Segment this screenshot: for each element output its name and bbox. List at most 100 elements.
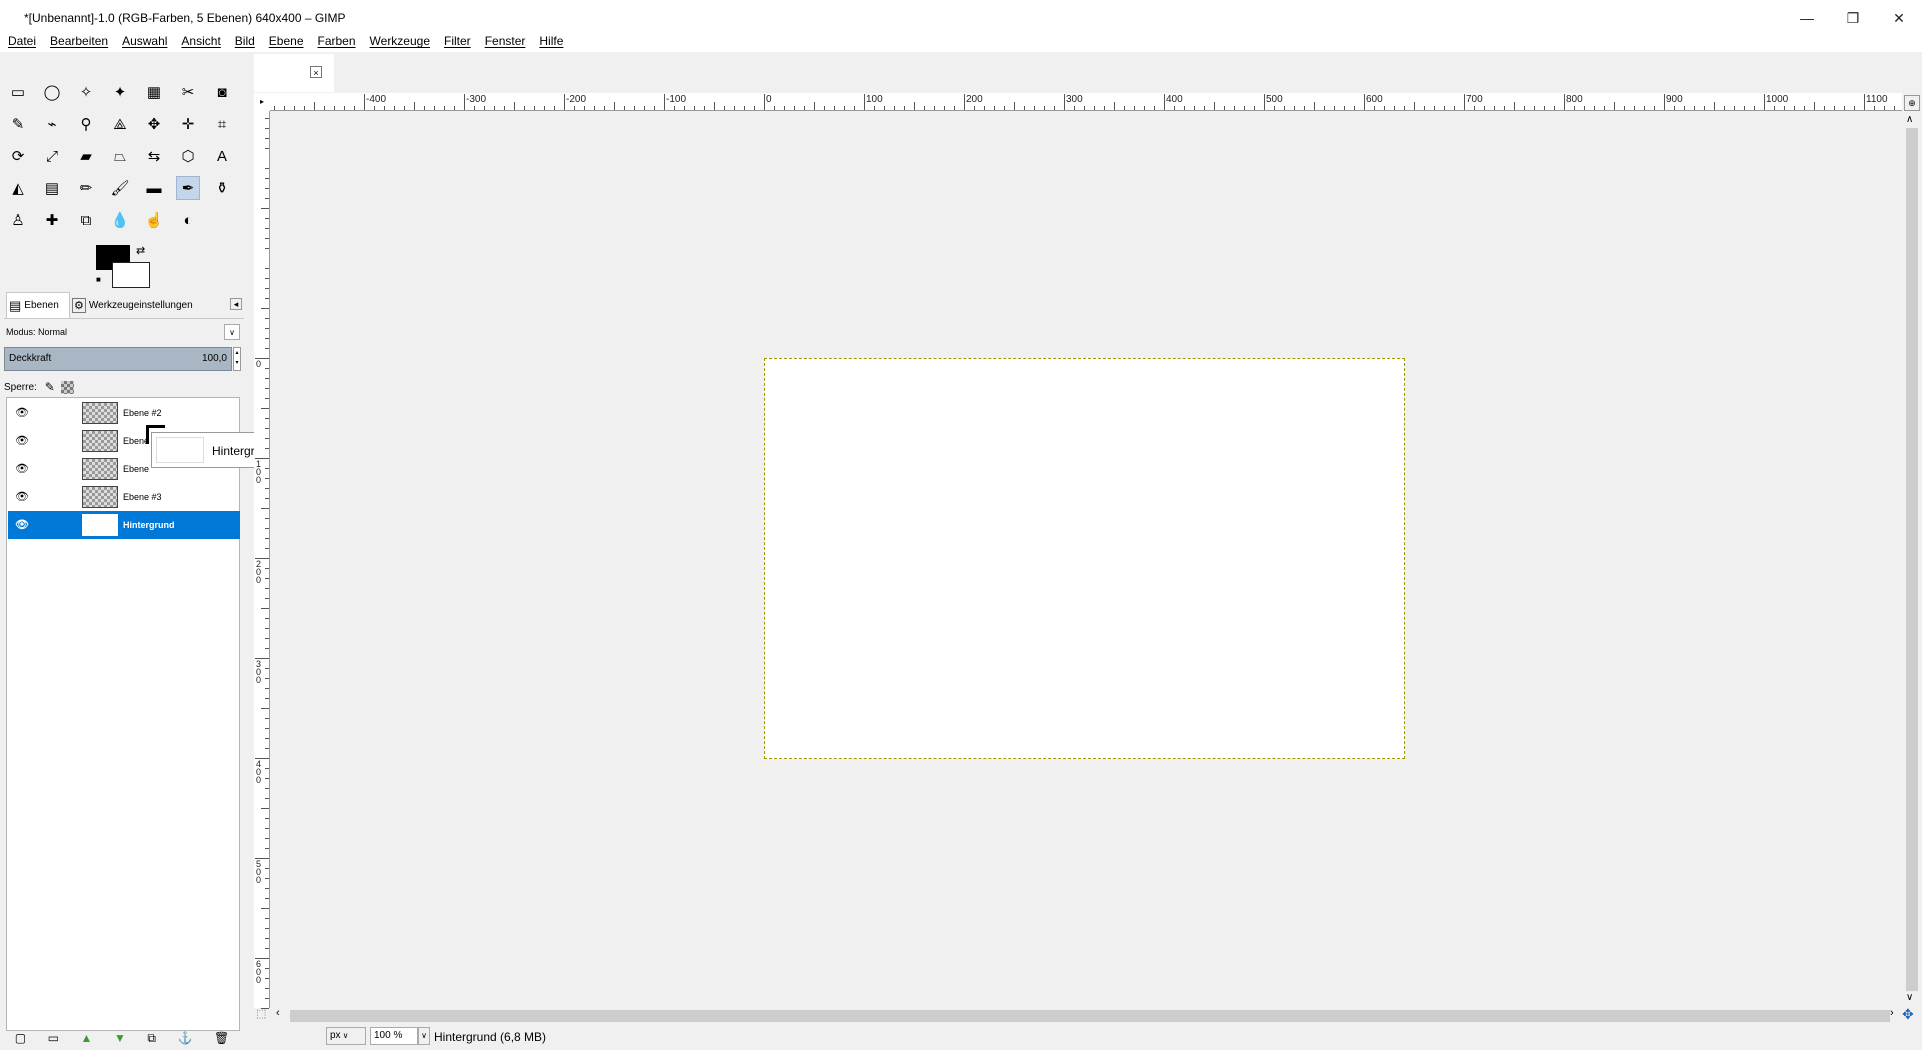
image-tab[interactable] <box>254 54 334 92</box>
lock-pixels-icon[interactable]: ✎ <box>45 380 55 394</box>
duplicate-layer-icon[interactable]: ⧉ <box>147 1031 156 1046</box>
layer-row[interactable]: 👁 Hintergrund <box>8 511 240 539</box>
ruler-minor-tick <box>1624 106 1625 110</box>
foreground-select-icon[interactable]: ◙ <box>210 80 234 104</box>
vertical-ruler[interactable]: 0 100 200 300 400 500 600 <box>254 111 270 1009</box>
ink-icon[interactable]: ⚱ <box>210 176 234 200</box>
blur-icon[interactable]: 💧 <box>108 208 132 232</box>
chevron-down-icon[interactable]: ∨ <box>224 324 240 340</box>
image-canvas[interactable] <box>764 358 1405 759</box>
vertical-scroll-thumb[interactable] <box>1906 128 1918 991</box>
visibility-eye-icon[interactable]: 👁 <box>15 491 29 503</box>
horizontal-scroll-thumb[interactable] <box>290 1010 1890 1022</box>
visibility-eye-icon[interactable]: 👁 <box>15 463 29 475</box>
perspective-icon[interactable]: ⏢ <box>108 144 132 168</box>
chevron-down-icon[interactable]: ∨ <box>418 1027 430 1045</box>
anchor-layer-icon[interactable]: ⚓ <box>177 1031 192 1045</box>
menu-ansicht[interactable]: Ansicht <box>181 34 220 48</box>
gradient-icon[interactable]: ▤ <box>40 176 64 200</box>
ruler-minor-tick <box>265 298 269 299</box>
fuzzy-select-icon[interactable]: ✦ <box>108 80 132 104</box>
zoom-icon[interactable]: ⚲ <box>74 112 98 136</box>
scroll-left-icon[interactable]: ‹ <box>276 1007 280 1019</box>
close-icon[interactable]: × <box>310 66 322 78</box>
menu-ebene[interactable]: Ebene <box>269 34 304 48</box>
smudge-icon[interactable]: ☝ <box>142 208 166 232</box>
pencil-icon[interactable]: ✏ <box>74 176 98 200</box>
horizontal-ruler[interactable]: -400 -300 -200 -100 0 100 200 300 400 500 600 700 80… <box>270 93 1902 111</box>
scroll-up-icon[interactable]: ∧ <box>1906 114 1913 125</box>
menu-datei[interactable]: Datei <box>8 34 36 48</box>
menu-bearbeiten[interactable]: Bearbeiten <box>50 34 108 48</box>
ruler-label: 700 <box>1466 94 1483 105</box>
menu-fenster[interactable]: Fenster <box>485 34 526 48</box>
measure-icon[interactable]: ⟁ <box>108 112 132 136</box>
opacity-slider[interactable]: Deckkraft 100,0 <box>4 347 232 371</box>
move-icon[interactable]: ✥ <box>142 112 166 136</box>
ruler-minor-tick <box>574 106 575 110</box>
eraser-icon[interactable]: ▬ <box>142 176 166 200</box>
align-icon[interactable]: ✛ <box>176 112 200 136</box>
scissors-icon[interactable]: ✂ <box>176 80 200 104</box>
quick-mask-icon[interactable]: ⬚ <box>256 1007 266 1020</box>
tab-ebenen[interactable]: ▤ Ebenen <box>6 292 70 318</box>
rect-select-icon[interactable]: ▭ <box>6 80 30 104</box>
perspective-clone-icon[interactable]: ⧉ <box>74 208 98 232</box>
menu-hilfe[interactable]: Hilfe <box>539 34 563 48</box>
reset-colors-icon[interactable]: ■ <box>96 275 104 284</box>
scroll-down-icon[interactable]: ∨ <box>1906 992 1913 1003</box>
heal-icon[interactable]: ✚ <box>40 208 64 232</box>
ruler-minor-tick <box>265 418 269 419</box>
visibility-eye-icon[interactable]: 👁 <box>15 519 29 531</box>
ruler-minor-tick <box>261 808 269 809</box>
new-group-icon[interactable]: ▭ <box>48 1031 59 1045</box>
ruler-minor-tick <box>1744 106 1745 110</box>
shear-icon[interactable]: ▰ <box>74 144 98 168</box>
delete-layer-icon[interactable]: 🗑 <box>214 1031 229 1045</box>
ruler-minor-tick <box>744 106 745 110</box>
lower-layer-icon[interactable]: ▼ <box>114 1031 126 1045</box>
layer-name: Ebene #2 <box>123 408 162 418</box>
layer-row[interactable]: 👁 Ebene #3 <box>8 483 240 511</box>
crop-icon[interactable]: ⌗ <box>210 112 234 136</box>
text-icon[interactable]: A <box>210 144 234 168</box>
menu-bild[interactable]: Bild <box>235 34 255 48</box>
visibility-eye-icon[interactable]: 👁 <box>15 435 29 447</box>
unit-select[interactable]: px ∨ <box>326 1027 366 1045</box>
color-picker-icon[interactable]: ⌁ <box>40 112 64 136</box>
cage-icon[interactable]: ⬡ <box>176 144 200 168</box>
new-layer-icon[interactable]: ▢ <box>15 1031 26 1045</box>
tab-werkzeugeinstellungen[interactable]: ⚙ Werkzeugeinstellungen <box>72 292 212 318</box>
zoom-window-icon[interactable]: ⊕ <box>1904 95 1920 111</box>
layer-row[interactable]: 👁 Ebene #2 <box>8 399 240 427</box>
raise-layer-icon[interactable]: ▲ <box>81 1031 93 1045</box>
zoom-select[interactable]: 100 % <box>370 1027 418 1045</box>
rotate-icon[interactable]: ⟳ <box>6 144 30 168</box>
color-select-icon[interactable]: ▦ <box>142 80 166 104</box>
swap-colors-icon[interactable]: ⇄ <box>136 244 145 257</box>
clone-icon[interactable]: ♙ <box>6 208 30 232</box>
menu-filter[interactable]: Filter <box>444 34 471 48</box>
scroll-right-icon[interactable]: › <box>1890 1007 1894 1019</box>
flip-icon[interactable]: ⇆ <box>142 144 166 168</box>
dock-menu-icon[interactable]: ◂ <box>230 298 242 310</box>
bucket-fill-icon[interactable]: ◭ <box>6 176 30 200</box>
navigate-icon[interactable]: ✥ <box>1902 1006 1914 1023</box>
menu-werkzeuge[interactable]: Werkzeuge <box>370 34 430 48</box>
visibility-eye-icon[interactable]: 👁 <box>15 407 29 419</box>
airbrush-icon[interactable]: ✒ <box>176 176 200 200</box>
opacity-spinner[interactable]: ▴ ▾ <box>233 347 241 371</box>
dodge-burn-icon[interactable]: ◐ <box>176 208 200 232</box>
ellipse-select-icon[interactable]: ◯ <box>40 80 64 104</box>
mode-select[interactable]: Modus: Normal <box>4 322 240 342</box>
scale-icon[interactable]: ⤢ <box>40 144 64 168</box>
free-select-icon[interactable]: ✧ <box>74 80 98 104</box>
menu-auswahl[interactable]: Auswahl <box>122 34 167 48</box>
background-color[interactable] <box>112 262 150 288</box>
lock-alpha-icon[interactable] <box>60 380 74 394</box>
paths-icon[interactable]: ✎ <box>6 112 30 136</box>
ruler-corner-icon[interactable]: ▸ <box>254 93 270 111</box>
ruler-minor-tick <box>265 278 269 279</box>
paintbrush-icon[interactable]: 🖌 <box>108 176 132 200</box>
menu-farben[interactable]: Farben <box>318 34 356 48</box>
